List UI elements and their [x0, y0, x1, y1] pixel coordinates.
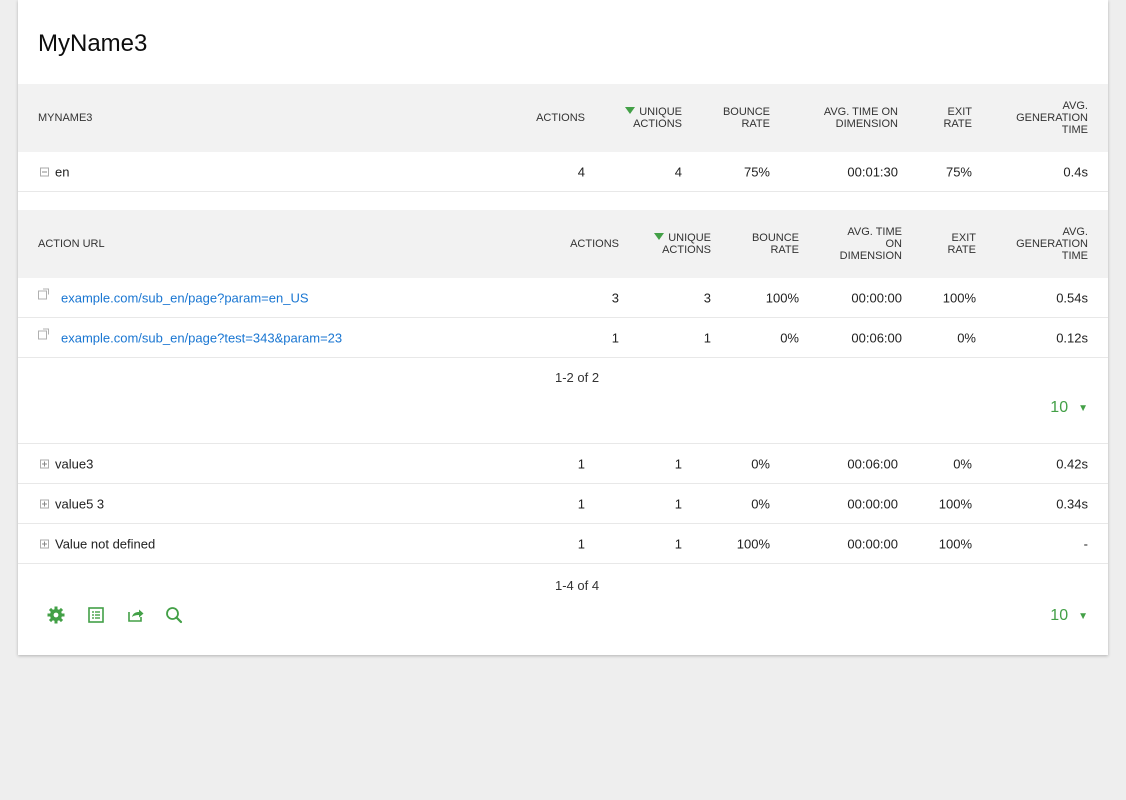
- table-row[interactable]: en 4 4 75% 00:01:30 75% 0.4s: [18, 152, 1108, 192]
- column-exit-rate[interactable]: EXIT RATE: [916, 232, 976, 256]
- export-icon[interactable]: [127, 606, 145, 624]
- table-row[interactable]: Value not defined 1 1 100% 00:00:00 100%…: [18, 524, 1108, 564]
- row-url-link[interactable]: example.com/sub_en/page?param=en_US: [61, 290, 309, 305]
- column-bounce-rate[interactable]: BOUNCE RATE: [700, 106, 770, 130]
- expand-icon[interactable]: [40, 539, 49, 549]
- external-link-icon[interactable]: [38, 328, 49, 339]
- limit-value: 10: [1050, 607, 1069, 624]
- cell-gen: 0.42s: [1056, 456, 1088, 471]
- cell-unique: 3: [703, 290, 711, 305]
- subtable-header: ACTION URL ACTIONS UNIQUE ACTIONS BOUNCE R…: [18, 210, 1108, 278]
- column-avg-time[interactable]: AVG. TIME ON DIMENSION: [788, 106, 898, 130]
- limit-value: 10: [1050, 399, 1069, 416]
- subtable: ACTION URL ACTIONS UNIQUE ACTIONS BOUNCE R…: [18, 192, 1108, 444]
- subtable-pagination: 1-2 of 2: [555, 370, 600, 385]
- table-row[interactable]: value5 3 1 1 0% 00:00:00 100% 0.34s: [18, 484, 1108, 524]
- external-link-icon[interactable]: [38, 288, 49, 299]
- expand-icon[interactable]: [40, 499, 49, 509]
- cell-gen: 0.4s: [1063, 164, 1088, 179]
- report-card: MyName3 MYNAME3 ACTIONS UNIQUE ACTIONS BO…: [18, 0, 1108, 655]
- table-row[interactable]: value3 1 1 0% 00:06:00 0% 0.42s: [18, 444, 1108, 484]
- cell-time: 00:00:00: [847, 496, 898, 511]
- cell-exit: 0%: [957, 330, 976, 345]
- cell-exit: 100%: [938, 536, 972, 551]
- cell-bounce: 0%: [751, 456, 770, 471]
- row-label: Value not defined: [55, 536, 156, 551]
- table-icon[interactable]: [87, 606, 105, 624]
- row-label: en: [55, 164, 70, 179]
- table-limit-selector[interactable]: 10 ▼: [1050, 607, 1088, 625]
- cell-actions: 4: [577, 164, 585, 179]
- cell-unique: 1: [674, 456, 682, 471]
- main-table-header: MYNAME3 ACTIONS UNIQUE ACTIONS BOUNCE RATE…: [18, 84, 1108, 152]
- cell-bounce: 100%: [736, 536, 770, 551]
- cell-exit: 0%: [953, 456, 972, 471]
- column-avg-time[interactable]: AVG. TIME ON DIMENSION: [822, 226, 902, 262]
- chevron-down-icon: ▼: [1078, 402, 1088, 414]
- cell-time: 00:01:30: [847, 164, 898, 179]
- search-icon[interactable]: [165, 606, 183, 624]
- sort-desc-icon: [654, 233, 665, 240]
- cell-exit: 100%: [938, 496, 972, 511]
- column-bounce-rate[interactable]: BOUNCE RATE: [729, 232, 799, 256]
- collapse-icon[interactable]: [40, 167, 49, 177]
- cell-time: 00:06:00: [851, 330, 902, 345]
- cell-gen: 0.54s: [1056, 290, 1088, 305]
- table-row[interactable]: example.com/sub_en/page?test=343&param=2…: [18, 318, 1108, 358]
- cell-actions: 3: [611, 290, 619, 305]
- cell-gen: -: [1083, 536, 1088, 551]
- cell-gen: 0.12s: [1056, 330, 1088, 345]
- table-row[interactable]: example.com/sub_en/page?param=en_US 3 3 …: [18, 278, 1108, 318]
- cell-actions: 1: [611, 330, 619, 345]
- report-title: MyName3: [38, 30, 148, 57]
- cell-unique: 1: [674, 536, 682, 551]
- cell-unique: 1: [674, 496, 682, 511]
- row-label: value5 3: [55, 496, 105, 511]
- cell-unique: 1: [703, 330, 711, 345]
- cell-actions: 1: [577, 456, 585, 471]
- chevron-down-icon: ▼: [1078, 610, 1088, 622]
- expand-icon[interactable]: [40, 459, 49, 469]
- cell-time: 00:00:00: [847, 536, 898, 551]
- row-label: value3: [55, 456, 94, 471]
- column-unique-actions[interactable]: UNIQUE ACTIONS: [582, 106, 682, 130]
- column-exit-rate[interactable]: EXIT RATE: [912, 106, 972, 130]
- column-actions[interactable]: ACTIONS: [536, 112, 585, 124]
- cell-bounce: 0%: [780, 330, 799, 345]
- cell-actions: 1: [577, 536, 585, 551]
- cell-exit: 100%: [942, 290, 976, 305]
- column-generation-time[interactable]: AVG. GENERATION TIME: [988, 100, 1088, 136]
- row-url-link[interactable]: example.com/sub_en/page?test=343&param=2…: [61, 330, 342, 345]
- cell-actions: 1: [577, 496, 585, 511]
- cell-time: 00:06:00: [847, 456, 898, 471]
- table-pagination: 1-4 of 4: [555, 578, 600, 593]
- cell-bounce: 75%: [743, 164, 770, 179]
- cell-time: 00:00:00: [851, 290, 902, 305]
- cell-gen: 0.34s: [1056, 496, 1088, 511]
- column-action-url[interactable]: ACTION URL: [38, 238, 105, 250]
- cell-bounce: 0%: [751, 496, 770, 511]
- column-label[interactable]: MYNAME3: [38, 112, 92, 124]
- cell-exit: 75%: [945, 164, 972, 179]
- column-generation-time[interactable]: AVG. GENERATION TIME: [988, 226, 1088, 262]
- sort-desc-icon: [625, 107, 636, 114]
- subtable-limit-selector[interactable]: 10 ▼: [1050, 399, 1088, 417]
- cell-unique: 4: [674, 164, 682, 179]
- gear-icon[interactable]: [47, 606, 65, 624]
- column-unique-actions[interactable]: UNIQUE ACTIONS: [611, 232, 711, 256]
- cell-bounce: 100%: [765, 290, 799, 305]
